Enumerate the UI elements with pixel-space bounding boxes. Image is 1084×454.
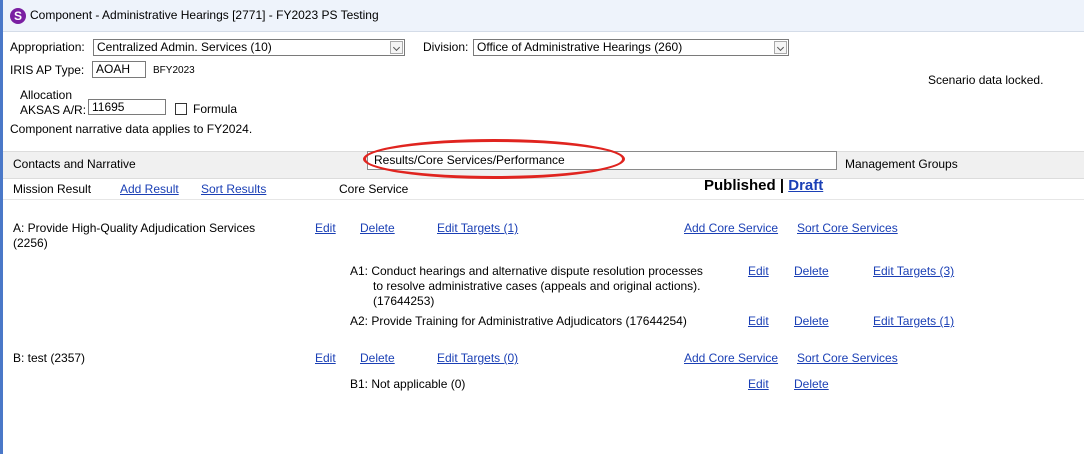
- result-a-delete-link[interactable]: Delete: [360, 221, 395, 235]
- result-b-edit-link[interactable]: Edit: [315, 351, 336, 365]
- result-a-sort-core-services-link[interactable]: Sort Core Services: [797, 221, 898, 235]
- tab-contacts-narrative[interactable]: Contacts and Narrative: [13, 157, 136, 171]
- appropriation-select[interactable]: Centralized Admin. Services (10): [93, 39, 405, 56]
- chevron-down-icon[interactable]: [774, 41, 787, 54]
- title-bar: S Component - Administrative Hearings [2…: [3, 0, 1084, 32]
- service-b1-text: B1: Not applicable (0): [350, 377, 466, 391]
- service-b1-delete-link[interactable]: Delete: [794, 377, 829, 391]
- result-b-add-core-service-link[interactable]: Add Core Service: [684, 351, 778, 365]
- service-a1-line2: to resolve administrative cases (appeals…: [373, 279, 701, 293]
- bfy-text: BFY2023: [153, 65, 195, 76]
- locked-status: Scenario data locked.: [928, 73, 1044, 87]
- division-select[interactable]: Office of Administrative Hearings (260): [473, 39, 789, 56]
- window-title: Component - Administrative Hearings [277…: [30, 8, 379, 22]
- service-b1-edit-link[interactable]: Edit: [748, 377, 769, 391]
- service-a2-edit-link[interactable]: Edit: [748, 314, 769, 328]
- published-draft-toggle: Published | Draft: [704, 177, 823, 194]
- mission-result-header: Mission Result: [13, 182, 92, 196]
- result-b-edit-targets-link[interactable]: Edit Targets (0): [437, 351, 518, 365]
- iris-ap-type-label: IRIS AP Type:: [10, 63, 85, 77]
- narrative-note: Component narrative data applies to FY20…: [10, 122, 253, 136]
- separator: |: [779, 177, 785, 194]
- result-a-edit-targets-link[interactable]: Edit Targets (1): [437, 221, 518, 235]
- iris-ap-type-input[interactable]: AOAH: [92, 61, 146, 78]
- aksas-input[interactable]: 11695: [88, 99, 166, 115]
- service-a1-delete-link[interactable]: Delete: [794, 264, 829, 278]
- formula-label: Formula: [193, 102, 238, 116]
- formula-checkbox[interactable]: [175, 103, 187, 115]
- service-a2-delete-link[interactable]: Delete: [794, 314, 829, 328]
- window-left-border: [0, 0, 3, 454]
- service-a2-edit-targets-link[interactable]: Edit Targets (1): [873, 314, 954, 328]
- core-service-header: Core Service: [339, 182, 409, 196]
- draft-link[interactable]: Draft: [788, 177, 823, 194]
- appropriation-label: Appropriation:: [10, 40, 85, 54]
- app-logo-icon: S: [10, 8, 26, 24]
- result-a-title: A: Provide High-Quality Adjudication Ser…: [13, 221, 256, 235]
- result-b-delete-link[interactable]: Delete: [360, 351, 395, 365]
- published-label: Published: [704, 177, 776, 194]
- result-a-add-core-service-link[interactable]: Add Core Service: [684, 221, 778, 235]
- tab-management-groups[interactable]: Management Groups: [845, 157, 958, 171]
- result-b-title: B: test (2357): [13, 351, 86, 365]
- tab-results-core-services[interactable]: Results/Core Services/Performance: [367, 151, 837, 170]
- appropriation-value: Centralized Admin. Services (10): [97, 40, 272, 54]
- aksas-label: AKSAS A/R:: [20, 103, 87, 117]
- result-a-edit-link[interactable]: Edit: [315, 221, 336, 235]
- service-a2-text: A2: Provide Training for Administrative …: [350, 314, 687, 328]
- chevron-down-icon[interactable]: [390, 41, 403, 54]
- service-a1-edit-link[interactable]: Edit: [748, 264, 769, 278]
- division-value: Office of Administrative Hearings (260): [477, 40, 683, 54]
- result-a-id: (2256): [13, 236, 48, 250]
- allocation-label: Allocation: [20, 88, 73, 102]
- header-divider: [3, 199, 1084, 200]
- add-result-link[interactable]: Add Result: [120, 182, 179, 196]
- result-b-sort-core-services-link[interactable]: Sort Core Services: [797, 351, 898, 365]
- service-a1-line1: A1: Conduct hearings and alternative dis…: [350, 264, 703, 278]
- service-a1-line3: (17644253): [373, 294, 435, 308]
- division-label: Division:: [423, 40, 469, 54]
- sort-results-link[interactable]: Sort Results: [201, 182, 266, 196]
- service-a1-edit-targets-link[interactable]: Edit Targets (3): [873, 264, 954, 278]
